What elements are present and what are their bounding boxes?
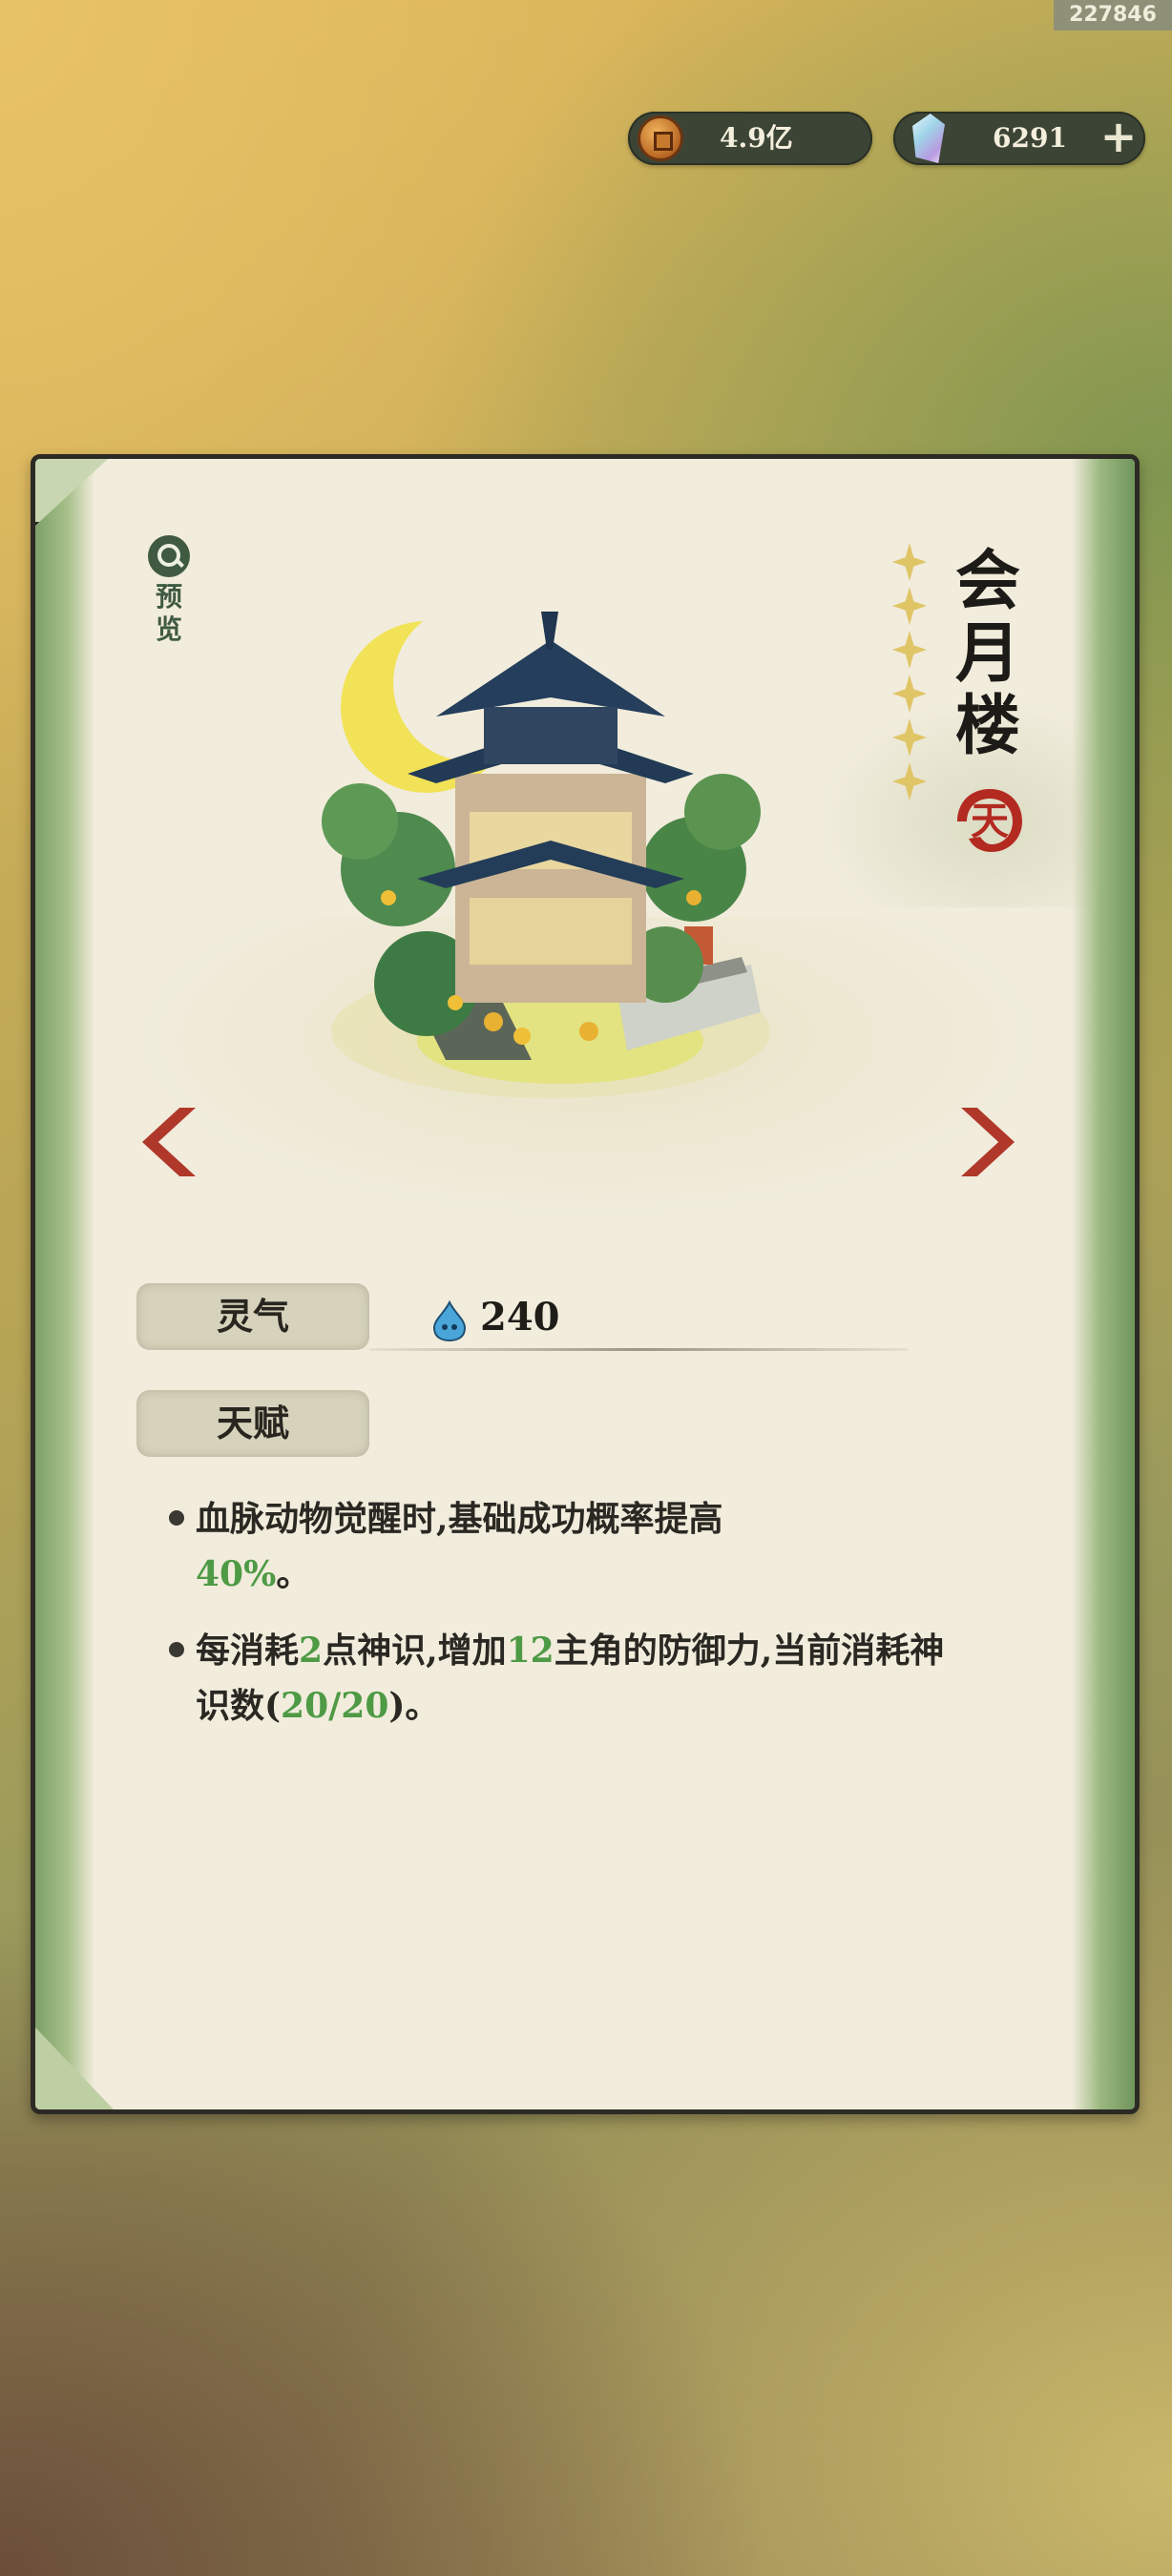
talent-text-end: )。 [388, 1686, 440, 1726]
grade-seal-char: 天 [971, 799, 1009, 843]
star-icon [892, 718, 927, 757]
talent-text: 点神识,增加 [323, 1631, 507, 1671]
talent-highlight: 20/20 [281, 1686, 389, 1726]
bullet-dot [169, 1510, 184, 1526]
talent-text-end: 。 [276, 1554, 311, 1594]
talent-item: 每消耗2点神识,增加12主角的防御力,当前消耗神识数(20/20)。 [169, 1623, 952, 1734]
bullet-dot [169, 1642, 184, 1657]
talent-highlight: 12 [506, 1631, 555, 1671]
scroll-left-edge [35, 459, 94, 2109]
grade-seal: 天 [952, 783, 1028, 860]
building-title: 会月楼 [954, 543, 1020, 764]
moon-pavilion-illustration [322, 605, 770, 1098]
preview-label: 预览 [155, 581, 182, 645]
talent-text: 每消耗 [196, 1631, 300, 1671]
star-icon [892, 587, 927, 625]
talent-highlight: 40% [196, 1554, 277, 1594]
talent-highlight: 2 [299, 1631, 324, 1671]
magnifier-icon [148, 535, 190, 577]
spirit-crystal-icon [912, 114, 945, 163]
star-icon [892, 543, 927, 581]
lingqi-label: 灵气 [136, 1283, 369, 1350]
building-detail-card: 预览 会月楼 天 灵气 240 天赋 血脉动物觉醒时,基础成功概率提高 40%。… [31, 454, 1140, 2114]
rating-stars [889, 543, 931, 806]
star-icon [892, 631, 927, 669]
preview-button[interactable]: 预览 [142, 535, 196, 659]
talent-item: 血脉动物觉醒时,基础成功概率提高 40%。 [169, 1491, 952, 1602]
lingqi-number: 240 [480, 1295, 560, 1340]
talent-list: 血脉动物觉醒时,基础成功概率提高 40%。 每消耗2点神识,增加12主角的防御力… [169, 1491, 952, 1755]
talent-text: 血脉动物觉醒时,基础成功概率提高 [196, 1499, 723, 1539]
talent-label: 天赋 [136, 1390, 369, 1457]
copper-coin-icon [638, 115, 683, 161]
coin-balance[interactable]: 4.9亿 [628, 112, 872, 165]
lingqi-value: 240 [427, 1291, 560, 1344]
coin-balance-value: 4.9亿 [720, 122, 793, 154]
add-gems-plus-icon[interactable]: + [1098, 114, 1140, 159]
gem-balance[interactable]: 6291 + [893, 112, 1145, 165]
star-icon [892, 675, 927, 713]
gem-balance-value: 6291 [993, 122, 1067, 154]
lingqi-divider [369, 1348, 908, 1351]
corner-id-label: 227846 [1054, 0, 1172, 31]
star-icon [892, 762, 927, 800]
